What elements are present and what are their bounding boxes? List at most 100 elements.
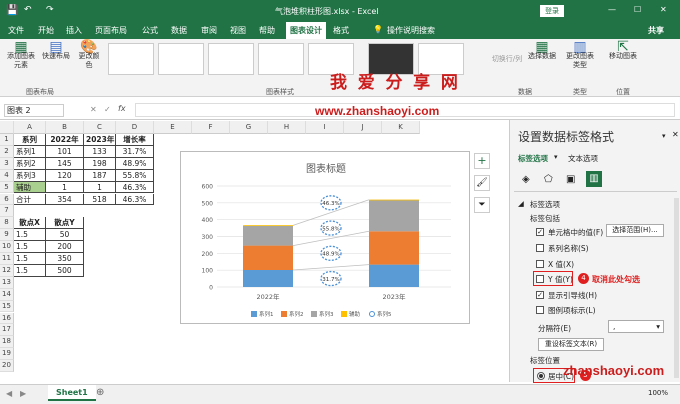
move-chart-button[interactable]: ⇱ 移动图表 xyxy=(606,40,640,61)
table-cell[interactable]: 55.8% xyxy=(116,169,154,182)
filter-icon[interactable]: ⏷ xyxy=(474,197,490,213)
row-header[interactable]: 8 xyxy=(0,217,14,230)
pane-close-icon[interactable]: ✕ xyxy=(672,130,679,139)
row-header[interactable]: 11 xyxy=(0,253,14,265)
tab-chart-design[interactable]: 图表设计 xyxy=(286,22,326,39)
table-cell[interactable]: 48.9% xyxy=(116,157,154,170)
column-header[interactable]: K xyxy=(382,121,420,134)
table-cell[interactable]: 1.5 xyxy=(14,241,46,253)
login-button[interactable]: 登录 xyxy=(540,5,564,17)
select-data-button[interactable]: ▦ 选择数据 xyxy=(526,40,558,61)
table-cell[interactable]: 46.3% xyxy=(116,193,154,206)
row-header[interactable]: 16 xyxy=(0,312,14,325)
chart-style-2[interactable] xyxy=(158,43,204,75)
prev-sheet-icon[interactable]: ◀ xyxy=(6,389,12,398)
row-header[interactable]: 15 xyxy=(0,300,14,313)
row-header[interactable]: 3 xyxy=(0,157,14,170)
table-cell[interactable]: 50 xyxy=(46,229,84,242)
table-cell[interactable]: 系列2 xyxy=(14,157,46,170)
share-button[interactable]: 共享 xyxy=(648,25,664,36)
reset-label-text-button[interactable]: 重设标签文本(R) xyxy=(538,338,604,351)
size-icon[interactable]: ▣ xyxy=(566,174,575,185)
function-icon[interactable]: fx xyxy=(118,104,126,113)
chart-area[interactable]: 图表标题 0 100 200 300 400 500 600 2022年 2023年 46.3% 55… xyxy=(180,151,470,324)
column-header[interactable]: D xyxy=(116,121,154,134)
column-header[interactable]: H xyxy=(268,121,306,134)
select-range-button[interactable]: 选择范围(H)... xyxy=(606,224,664,237)
switch-row-col-button[interactable]: 切换行/列 xyxy=(490,55,524,64)
row-header[interactable]: 18 xyxy=(0,336,14,349)
table-cell[interactable]: 散点X xyxy=(14,217,46,230)
table-cell[interactable]: 系列 xyxy=(14,134,46,146)
checkbox-leader-lines[interactable]: ✓ xyxy=(536,291,544,299)
row-header[interactable]: 19 xyxy=(0,348,14,361)
checkbox-x-value[interactable] xyxy=(536,260,544,268)
table-cell[interactable]: 518 xyxy=(84,193,116,206)
undo-icon[interactable]: ↶ xyxy=(24,5,32,15)
table-cell[interactable]: 500 xyxy=(46,264,84,277)
maximize-button[interactable]: ☐ xyxy=(634,5,641,14)
table-cell[interactable]: 200 xyxy=(46,241,84,253)
tab-insert[interactable]: 插入 xyxy=(66,25,82,36)
row-header[interactable]: 6 xyxy=(0,193,14,206)
table-cell[interactable]: 350 xyxy=(46,253,84,265)
redo-icon[interactable]: ↷ xyxy=(46,5,54,15)
tab-dropdown-icon[interactable]: ▾ xyxy=(554,153,558,161)
quick-layout-button[interactable]: ▤ 快速布局 xyxy=(40,40,72,61)
table-cell[interactable]: 133 xyxy=(84,145,116,158)
chart-style-3[interactable] xyxy=(208,43,254,75)
change-chart-type-button[interactable]: ▥ 更改图表类型 xyxy=(564,40,596,70)
fill-icon[interactable]: ◈ xyxy=(522,174,530,185)
chart-elements-button[interactable]: + xyxy=(474,153,490,169)
zoom-level[interactable]: 100% xyxy=(648,389,668,397)
label-options-icon[interactable]: ▥ xyxy=(586,171,602,187)
add-sheet-icon[interactable]: ⊕ xyxy=(96,387,104,398)
tab-home[interactable]: 开始 xyxy=(38,25,54,36)
row-header[interactable]: 17 xyxy=(0,324,14,337)
section-collapse-icon[interactable]: ◢ xyxy=(518,199,524,208)
table-cell[interactable]: 1 xyxy=(84,181,116,194)
table-cell[interactable]: 合计 xyxy=(14,193,46,206)
brush-icon[interactable]: 🖌 xyxy=(474,175,490,191)
tab-review[interactable]: 审阅 xyxy=(201,25,217,36)
select-all-corner[interactable] xyxy=(0,121,14,134)
table-cell[interactable]: 120 xyxy=(46,169,84,182)
table-cell[interactable]: 辅助 xyxy=(14,181,46,194)
save-icon[interactable]: 💾 xyxy=(6,5,18,16)
row-header[interactable]: 2 xyxy=(0,145,14,158)
tab-view[interactable]: 视图 xyxy=(230,25,246,36)
checkbox-y-value[interactable] xyxy=(536,275,544,283)
row-header[interactable]: 10 xyxy=(0,241,14,253)
tab-format[interactable]: 格式 xyxy=(333,25,349,36)
name-box[interactable]: 图表 2 xyxy=(4,104,64,117)
pane-scrollbar[interactable] xyxy=(674,198,679,378)
table-cell[interactable]: 354 xyxy=(46,193,84,206)
table-cell[interactable]: 198 xyxy=(84,157,116,170)
tab-label-options[interactable]: 标签选项 xyxy=(518,153,548,164)
row-header[interactable]: 20 xyxy=(0,360,14,372)
row-header[interactable]: 4 xyxy=(0,169,14,182)
close-button[interactable]: ✕ xyxy=(660,5,667,14)
checkbox-series-name[interactable] xyxy=(536,244,544,252)
next-sheet-icon[interactable]: ▶ xyxy=(20,389,26,398)
tab-page-layout[interactable]: 页面布局 xyxy=(95,25,127,36)
add-chart-element-button[interactable]: ▦ 添加图表元素 xyxy=(4,40,38,70)
table-cell[interactable]: 1.5 xyxy=(14,253,46,265)
change-color-button[interactable]: 🎨 更改颜色 xyxy=(76,40,102,70)
table-cell[interactable]: 2023年 xyxy=(84,134,116,146)
tell-me-search[interactable]: 操作说明搜索 xyxy=(387,25,435,36)
column-header[interactable]: B xyxy=(46,121,84,134)
enter-icon[interactable]: ✓ xyxy=(104,105,111,114)
chart-style-4[interactable] xyxy=(258,43,304,75)
column-header[interactable]: F xyxy=(192,121,230,134)
checkbox-legend-key[interactable] xyxy=(536,306,544,314)
table-cell[interactable]: 2022年 xyxy=(46,134,84,146)
table-cell[interactable]: 46.3% xyxy=(116,181,154,194)
minimize-button[interactable]: — xyxy=(608,5,616,14)
row-header[interactable]: 9 xyxy=(0,229,14,242)
row-header[interactable]: 13 xyxy=(0,276,14,289)
table-cell[interactable]: 1 xyxy=(46,181,84,194)
table-cell[interactable]: 101 xyxy=(46,145,84,158)
table-cell[interactable]: 散点Y xyxy=(46,217,84,230)
table-cell[interactable]: 145 xyxy=(46,157,84,170)
